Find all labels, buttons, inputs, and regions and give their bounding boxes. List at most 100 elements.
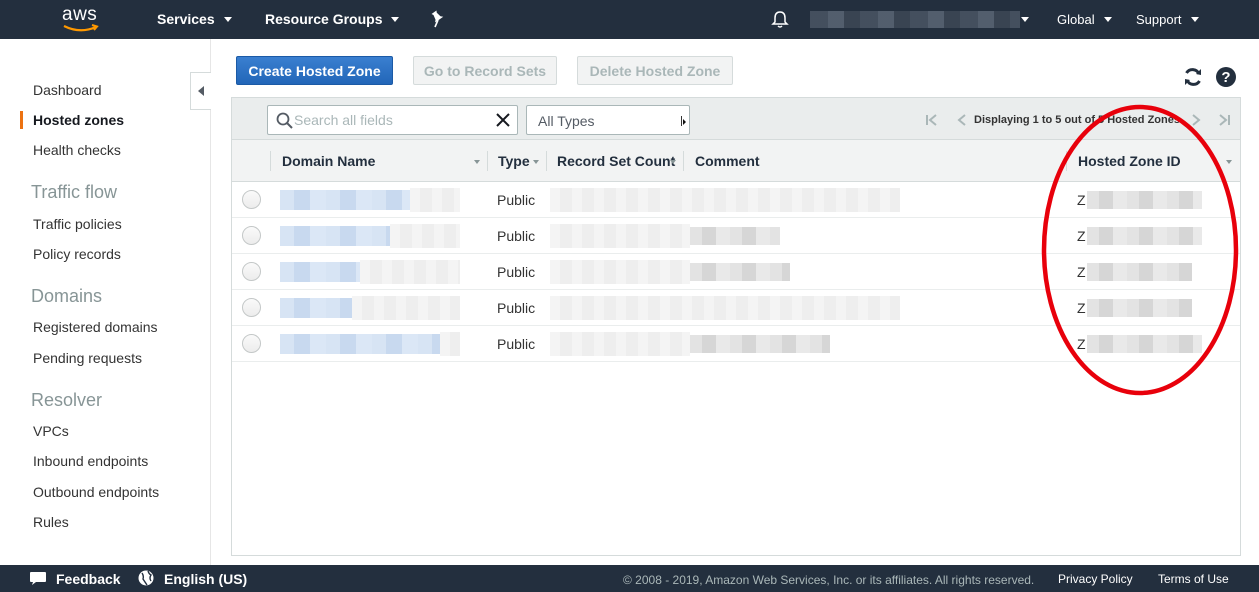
- sidebar-item-traffic-policies[interactable]: Traffic policies: [33, 216, 122, 232]
- copyright-text: © 2008 - 2019, Amazon Web Services, Inc.…: [623, 573, 1035, 587]
- sidebar-collapse-button[interactable]: [190, 72, 211, 110]
- sidebar-item-health-checks[interactable]: Health checks: [33, 142, 121, 158]
- column-header-type[interactable]: Type: [498, 153, 530, 169]
- type-cell: Public: [497, 228, 536, 244]
- next-page-icon[interactable]: [1188, 113, 1204, 127]
- sidebar-item-hosted-zones[interactable]: Hosted zones: [33, 112, 124, 128]
- go-to-record-sets-button[interactable]: Go to Record Sets: [413, 56, 557, 85]
- zone-id-cell: Z: [1077, 264, 1086, 280]
- sidebar-item-outbound-endpoints[interactable]: Outbound endpoints: [33, 484, 159, 500]
- support-menu[interactable]: Support: [1136, 12, 1199, 27]
- domain-name-redacted[interactable]: [280, 190, 410, 210]
- services-label: Services: [157, 11, 215, 27]
- close-icon[interactable]: [495, 112, 511, 128]
- domain-name-redacted[interactable]: [280, 262, 360, 282]
- comment-redacted: [690, 227, 780, 245]
- zone-id-redacted: [1087, 335, 1202, 353]
- sidebar-item-inbound-endpoints[interactable]: Inbound endpoints: [33, 453, 148, 469]
- domain-name-redacted[interactable]: [280, 298, 352, 318]
- create-hosted-zone-button[interactable]: Create Hosted Zone: [236, 56, 393, 85]
- table-toolbar: All Types Displaying 1 to 5 out of 5 Hos…: [232, 98, 1240, 140]
- search-icon: [276, 112, 293, 129]
- row-radio-button[interactable]: [242, 226, 261, 245]
- type-cell: Public: [497, 192, 536, 208]
- column-header-comment[interactable]: Comment: [695, 153, 760, 169]
- sidebar: Dashboard Hosted zones Health checks Tra…: [0, 39, 211, 565]
- sort-icon[interactable]: [533, 160, 539, 164]
- row-radio-button[interactable]: [242, 298, 261, 317]
- chevron-down-icon[interactable]: [1021, 17, 1029, 22]
- feedback-link[interactable]: Feedback: [56, 571, 121, 587]
- redaction: [550, 260, 690, 284]
- aws-logo[interactable]: aws: [60, 4, 104, 34]
- smile-arrow-icon: [63, 24, 99, 32]
- table-row[interactable]: Public Z: [232, 326, 1240, 362]
- table-row[interactable]: Public Z: [232, 290, 1240, 326]
- table-row[interactable]: Public Z: [232, 218, 1240, 254]
- sidebar-heading-resolver: Resolver: [31, 390, 103, 410]
- privacy-policy-link[interactable]: Privacy Policy: [1058, 572, 1133, 586]
- previous-page-icon[interactable]: [954, 113, 970, 127]
- redaction: [390, 224, 460, 248]
- zone-id-cell: Z: [1077, 228, 1086, 244]
- zone-id-redacted: [1087, 299, 1192, 317]
- zone-id-cell: Z: [1077, 192, 1086, 208]
- sidebar-item-pending-requests[interactable]: Pending requests: [33, 350, 142, 366]
- chevron-down-icon: [1190, 17, 1199, 22]
- column-header-record-set-count[interactable]: Record Set Count: [557, 153, 675, 169]
- zone-id-redacted: [1087, 191, 1202, 209]
- first-page-icon[interactable]: [924, 113, 940, 127]
- sidebar-item-dashboard[interactable]: Dashboard: [33, 82, 102, 98]
- bell-icon[interactable]: [771, 10, 789, 29]
- column-divider: [487, 151, 488, 171]
- domain-name-redacted[interactable]: [280, 334, 440, 354]
- sidebar-item-registered-domains[interactable]: Registered domains: [33, 319, 158, 335]
- table-row[interactable]: Public Z: [232, 254, 1240, 290]
- support-label: Support: [1136, 12, 1182, 27]
- sort-icon[interactable]: [670, 160, 676, 164]
- column-header-hosted-zone-id[interactable]: Hosted Zone ID: [1078, 153, 1181, 169]
- delete-hosted-zone-button[interactable]: Delete Hosted Zone: [577, 56, 733, 85]
- row-radio-button[interactable]: [242, 262, 261, 281]
- last-page-icon[interactable]: [1216, 113, 1232, 127]
- type-filter-select[interactable]: All Types: [526, 105, 690, 135]
- sidebar-item-policy-records[interactable]: Policy records: [33, 246, 121, 262]
- globe-icon: [138, 570, 154, 586]
- redaction: [550, 188, 900, 212]
- column-header-domain-name[interactable]: Domain Name: [282, 153, 375, 169]
- help-icon[interactable]: ?: [1215, 66, 1237, 88]
- sort-icon[interactable]: [1226, 160, 1232, 164]
- services-menu[interactable]: Services: [157, 11, 232, 27]
- search-input[interactable]: [294, 110, 489, 130]
- domain-name-redacted[interactable]: [280, 226, 390, 246]
- sidebar-item-rules[interactable]: Rules: [33, 514, 69, 530]
- language-selector[interactable]: English (US): [164, 571, 247, 587]
- chevron-left-icon: [198, 86, 204, 96]
- column-divider: [1066, 151, 1067, 171]
- comment-redacted: [690, 335, 830, 353]
- column-divider: [546, 151, 547, 171]
- comment-redacted: [690, 263, 790, 281]
- redaction: [410, 188, 460, 212]
- terms-of-use-link[interactable]: Terms of Use: [1158, 572, 1229, 586]
- row-radio-button[interactable]: [242, 190, 261, 209]
- zone-id-cell: Z: [1077, 336, 1086, 352]
- table-row[interactable]: Public Z: [232, 182, 1240, 218]
- resource-groups-menu[interactable]: Resource Groups: [265, 11, 400, 27]
- row-radio-button[interactable]: [242, 334, 261, 353]
- redaction: [360, 260, 460, 284]
- region-label: Global: [1057, 12, 1095, 27]
- pagination-text: Displaying 1 to 5 out of 5 Hosted Zones: [974, 114, 1180, 126]
- account-menu-redacted[interactable]: [810, 11, 1020, 28]
- sidebar-item-vpcs[interactable]: VPCs: [33, 423, 69, 439]
- table-header: Domain Name Type Record Set Count Commen…: [232, 140, 1240, 182]
- active-indicator: [20, 111, 23, 129]
- top-navigation-bar: aws Services Resource Groups Global Supp…: [0, 0, 1259, 39]
- pin-icon[interactable]: [430, 10, 446, 28]
- sort-icon[interactable]: [474, 160, 480, 164]
- redaction: [550, 224, 690, 248]
- region-menu[interactable]: Global: [1057, 12, 1112, 27]
- type-filter-value: All Types: [538, 113, 595, 129]
- pagination: Displaying 1 to 5 out of 5 Hosted Zones: [924, 110, 1232, 130]
- refresh-icon[interactable]: [1182, 66, 1204, 88]
